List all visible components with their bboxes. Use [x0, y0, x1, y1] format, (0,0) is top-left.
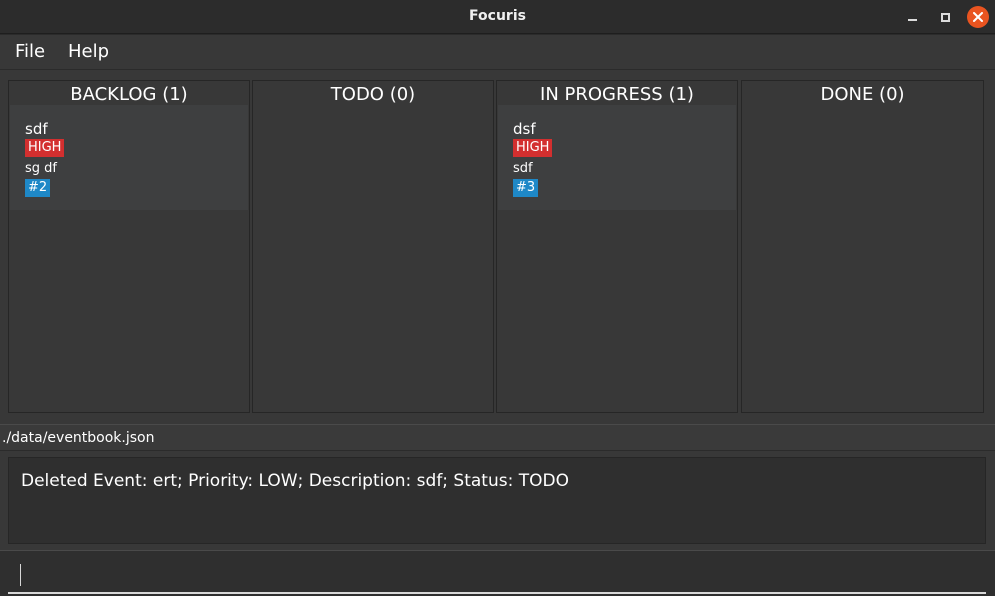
column-done: DONE (0)	[741, 80, 984, 413]
maximize-icon	[940, 12, 950, 22]
event-card[interactable]: dsf HIGH sdf #3	[498, 105, 736, 210]
title-bar: Focuris	[0, 0, 995, 34]
result-area: Deleted Event: ert; Priority: LOW; Descr…	[0, 451, 995, 550]
column-in-progress: IN PROGRESS (1) dsf HIGH sdf #3	[496, 80, 738, 413]
minimize-icon	[907, 19, 917, 21]
id-badge: #2	[25, 179, 51, 197]
close-icon	[973, 12, 983, 22]
command-input[interactable]	[8, 557, 986, 594]
column-backlog: BACKLOG (1) sdf HIGH sg df #2	[8, 80, 250, 413]
close-button[interactable]	[967, 6, 989, 28]
status-bar: ./data/eventbook.json	[0, 424, 995, 450]
priority-badge: HIGH	[25, 139, 65, 157]
column-header: TODO (0)	[330, 84, 416, 105]
minimize-button[interactable]	[901, 6, 923, 28]
priority-badge: HIGH	[513, 139, 553, 157]
id-badge: #3	[513, 179, 539, 197]
command-area	[0, 550, 995, 596]
column-header: BACKLOG (1)	[70, 84, 188, 105]
menu-file[interactable]: File	[15, 41, 45, 62]
result-message: Deleted Event: ert; Priority: LOW; Descr…	[21, 471, 569, 491]
column-header: DONE (0)	[820, 84, 905, 105]
menu-help[interactable]: Help	[68, 41, 109, 62]
card-title: dsf	[513, 120, 536, 138]
card-description: sg df	[25, 161, 57, 176]
card-title: sdf	[25, 120, 48, 138]
column-header: IN PROGRESS (1)	[540, 84, 694, 105]
column-todo: TODO (0)	[252, 80, 494, 413]
file-path: ./data/eventbook.json	[2, 430, 155, 446]
text-caret	[20, 564, 21, 586]
card-description: sdf	[513, 161, 533, 176]
maximize-button[interactable]	[934, 6, 956, 28]
window-title: Focuris	[469, 8, 526, 24]
menu-bar: File Help	[0, 35, 995, 69]
result-display: Deleted Event: ert; Priority: LOW; Descr…	[8, 457, 986, 544]
kanban-board: BACKLOG (1) sdf HIGH sg df #2 TODO (0) I…	[0, 70, 995, 424]
event-card[interactable]: sdf HIGH sg df #2	[10, 105, 248, 210]
